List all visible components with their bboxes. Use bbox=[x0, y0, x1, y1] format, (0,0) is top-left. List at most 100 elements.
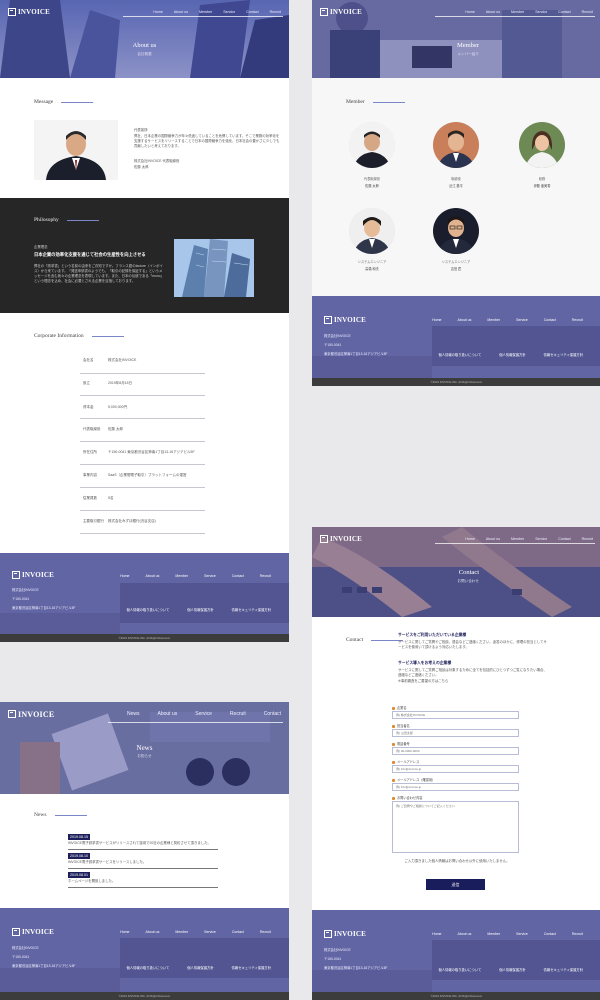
footer-nav-contact[interactable]: Contact bbox=[544, 318, 556, 322]
member-avatar bbox=[519, 122, 565, 168]
page-subtitle: お知らせ bbox=[137, 754, 152, 758]
privacy-policy-link[interactable]: 個人情報保護方針 bbox=[499, 352, 525, 357]
submit-button[interactable]: 送信 bbox=[426, 879, 485, 890]
nav-about[interactable]: About us bbox=[486, 537, 500, 541]
news-hero: INVOICE News About us Service Recruit Co… bbox=[0, 702, 289, 794]
member-role: システムエンジニア bbox=[441, 260, 471, 264]
footer-nav-home[interactable]: Home bbox=[120, 930, 129, 934]
nav-recruit[interactable]: Recruit bbox=[270, 10, 281, 14]
footer-nav-contact[interactable]: Contact bbox=[232, 930, 244, 934]
privacy-handling-link[interactable]: 個人情報の取り扱いについて bbox=[438, 967, 481, 972]
corp-label: 会社名 bbox=[83, 358, 94, 362]
nav-about[interactable]: About us bbox=[174, 10, 188, 14]
nav-about[interactable]: About us bbox=[486, 10, 500, 14]
footer-nav-home[interactable]: Home bbox=[432, 318, 441, 322]
member-role: システムエンジニア bbox=[357, 260, 387, 264]
email-field[interactable] bbox=[392, 765, 519, 773]
footer-nav-home[interactable]: Home bbox=[432, 932, 441, 936]
copyright: ©2019 INVOICE INC. All Right Reserved. bbox=[0, 634, 289, 642]
footer-nav-service[interactable]: Service bbox=[204, 930, 216, 934]
contact-person-label: 担当者名 bbox=[392, 723, 410, 728]
nav-news[interactable]: News bbox=[127, 711, 140, 717]
member-name: 佐藤 太郎 bbox=[365, 184, 379, 188]
footer-nav-contact[interactable]: Contact bbox=[232, 574, 244, 578]
footer-nav-member[interactable]: Member bbox=[487, 932, 500, 936]
nav-service[interactable]: Service bbox=[535, 10, 547, 14]
footer-nav-member[interactable]: Member bbox=[175, 574, 188, 578]
message-textarea[interactable] bbox=[392, 801, 519, 853]
lead-note[interactable]: ※事前審査をご要望の方はこちら bbox=[398, 679, 548, 684]
nav-home[interactable]: Home bbox=[465, 537, 475, 541]
footer-nav-recruit[interactable]: Recruit bbox=[260, 574, 271, 578]
corp-label: 資本金 bbox=[83, 405, 94, 409]
nav-member[interactable]: Member bbox=[511, 10, 524, 14]
nav-home[interactable]: Home bbox=[465, 10, 475, 14]
brand-logo[interactable]: INVOICE bbox=[320, 535, 362, 543]
nav-service[interactable]: Service bbox=[195, 711, 212, 717]
nav-member[interactable]: Member bbox=[511, 537, 524, 541]
brand-logo[interactable]: INVOICE bbox=[8, 710, 54, 719]
footer-nav-about[interactable]: About us bbox=[458, 932, 472, 936]
news-item-text[interactable]: INVOICE電子請求書サービスをリリースしました。 bbox=[68, 860, 218, 865]
footer-nav-member[interactable]: Member bbox=[175, 930, 188, 934]
nav-recruit[interactable]: Recruit bbox=[230, 711, 246, 717]
privacy-handling-link[interactable]: 個人情報の取り扱いについて bbox=[126, 607, 169, 612]
footer-logo[interactable]: INVOICE bbox=[12, 571, 54, 579]
corp-label: 主要取引銀行 bbox=[83, 519, 104, 523]
privacy-handling-link[interactable]: 個人情報の取り扱いについて bbox=[438, 352, 481, 357]
footer-logo[interactable]: INVOICE bbox=[12, 928, 54, 936]
footer-nav-recruit[interactable]: Recruit bbox=[572, 318, 583, 322]
footer-nav-recruit[interactable]: Recruit bbox=[572, 932, 583, 936]
footer-address: 株式会社INVOICE 〒150-0041 東京都渋谷区神南1丁目13-16アジ… bbox=[12, 586, 75, 613]
nav-service[interactable]: Service bbox=[223, 10, 235, 14]
footer-logo[interactable]: INVOICE bbox=[324, 930, 366, 938]
footer-nav-home[interactable]: Home bbox=[120, 574, 129, 578]
footer-street: 東京都渋谷区神南1丁目13-16アジアビル5F bbox=[12, 606, 76, 610]
security-policy-link[interactable]: 情報セキュリティ保護方針 bbox=[544, 352, 583, 357]
privacy-policy-link[interactable]: 個人情報保護方針 bbox=[187, 607, 213, 612]
security-policy-link[interactable]: 情報セキュリティ保護方針 bbox=[544, 967, 583, 972]
contact-person-field[interactable] bbox=[392, 729, 519, 737]
news-item-text[interactable]: ホームページを開設しました。 bbox=[68, 879, 218, 884]
nav-member[interactable]: Member bbox=[199, 10, 212, 14]
phone-field[interactable] bbox=[392, 747, 519, 755]
footer-address: 株式会社INVOICE 〒150-0041 東京都渋谷区神南1丁目13-16アジ… bbox=[324, 332, 387, 359]
nav-contact[interactable]: Contact bbox=[558, 537, 570, 541]
member-name: 近江 基平 bbox=[449, 184, 463, 188]
footer-nav-service[interactable]: Service bbox=[516, 932, 528, 936]
footer-nav-member[interactable]: Member bbox=[487, 318, 500, 322]
footer-nav-recruit[interactable]: Recruit bbox=[260, 930, 271, 934]
brand-logo[interactable]: INVOICE bbox=[8, 8, 50, 16]
nav-home[interactable]: Home bbox=[153, 10, 163, 14]
footer-nav-service[interactable]: Service bbox=[516, 318, 528, 322]
logo-mark-icon bbox=[12, 571, 20, 579]
privacy-policy-link[interactable]: 個人情報保護方針 bbox=[499, 967, 525, 972]
footer-logo[interactable]: INVOICE bbox=[324, 316, 366, 324]
brand-logo[interactable]: INVOICE bbox=[320, 8, 362, 16]
footer-nav-about[interactable]: About us bbox=[146, 574, 160, 578]
nav-contact[interactable]: Contact bbox=[246, 10, 258, 14]
corp-value: 5名 bbox=[108, 496, 114, 500]
security-policy-link[interactable]: 情報セキュリティ保護方針 bbox=[232, 965, 271, 970]
nav-recruit[interactable]: Recruit bbox=[582, 537, 593, 541]
news-date: 2019.08.15 bbox=[68, 834, 90, 840]
security-policy-link[interactable]: 情報セキュリティ保護方針 bbox=[232, 607, 271, 612]
privacy-handling-link[interactable]: 個人情報の取り扱いについて bbox=[126, 965, 169, 970]
company-name-field[interactable] bbox=[392, 711, 519, 719]
footer-nav-about[interactable]: About us bbox=[146, 930, 160, 934]
nav-service[interactable]: Service bbox=[535, 537, 547, 541]
footer-nav-about[interactable]: About us bbox=[458, 318, 472, 322]
footer-nav-contact[interactable]: Contact bbox=[544, 932, 556, 936]
lead-title-clients: サービスをご利用いただいている企業様 bbox=[398, 633, 467, 637]
news-item-text[interactable]: INVOICE電子請求書サービスがリリースされて運用で20社の企業様と契約させて… bbox=[68, 841, 218, 846]
news-date: 2019.08.10 bbox=[68, 853, 90, 859]
privacy-policy-link[interactable]: 個人情報保護方針 bbox=[187, 965, 213, 970]
email-confirm-field[interactable] bbox=[392, 783, 519, 791]
footer-nav: Home About us Member Service Contact Rec… bbox=[120, 574, 271, 578]
member-avatar bbox=[433, 122, 479, 168]
nav-contact[interactable]: Contact bbox=[264, 711, 281, 717]
nav-contact[interactable]: Contact bbox=[558, 10, 570, 14]
nav-recruit[interactable]: Recruit bbox=[582, 10, 593, 14]
footer-nav-service[interactable]: Service bbox=[204, 574, 216, 578]
nav-about[interactable]: About us bbox=[157, 711, 177, 717]
